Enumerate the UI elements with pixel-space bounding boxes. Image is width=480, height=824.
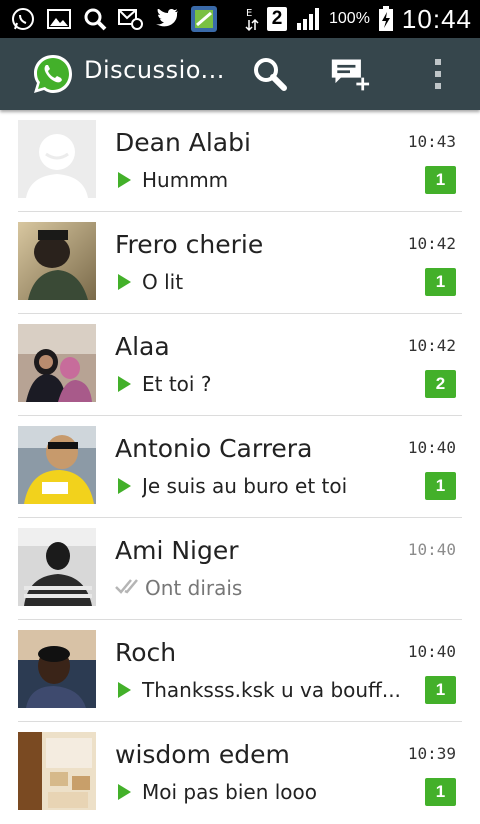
chat-time: 10:42	[407, 234, 456, 253]
message-text: Je suis au buro et toi	[142, 474, 348, 498]
chat-time: 10:40	[407, 540, 456, 559]
clock: 10:44	[401, 3, 472, 34]
play-icon	[118, 682, 131, 698]
chat-name: Roch	[115, 638, 177, 667]
chat-name: wisdom edem	[115, 740, 290, 769]
chat-last-message: Je suis au buro et toi	[115, 474, 347, 498]
chat-last-message: Thanksss.ksk u va bouff...	[115, 678, 401, 702]
chat-time: 10:40	[407, 642, 456, 661]
unread-badge: 1	[425, 778, 456, 806]
chat-row[interactable]: wisdom edem 10:39 Moi pas bien looo 1	[0, 722, 480, 824]
chat-time: 10:42	[407, 336, 456, 355]
new-chat-button[interactable]	[330, 54, 370, 94]
avatar[interactable]	[18, 426, 96, 504]
overflow-menu-button[interactable]	[418, 54, 458, 94]
double-check-icon	[115, 576, 143, 600]
battery-percent: 100%	[329, 10, 370, 27]
chat-row[interactable]: Roch 10:40 Thanksss.ksk u va bouff... 1	[0, 620, 480, 722]
message-text: Ont dirais	[145, 576, 243, 600]
play-icon	[118, 376, 131, 392]
chat-last-message: Moi pas bien looo	[115, 780, 317, 804]
message-text: O lit	[142, 270, 184, 294]
search-button[interactable]	[250, 54, 290, 94]
unread-badge: 1	[425, 166, 456, 194]
chat-row[interactable]: Antonio Carrera 10:40 Je suis au buro et…	[0, 416, 480, 518]
whatsapp-logo-icon[interactable]	[31, 52, 75, 96]
chat-time: 10:39	[407, 744, 456, 763]
chat-name: Ami Niger	[115, 536, 239, 565]
chat-name: Frero cherie	[115, 230, 264, 259]
page-title: Discussio...	[84, 56, 225, 84]
action-bar: Discussio...	[0, 38, 480, 110]
chat-last-message: O lit	[115, 270, 183, 294]
chat-row[interactable]: Dean Alabi 10:43 Hummm 1	[0, 110, 480, 212]
avatar[interactable]	[18, 732, 96, 810]
new-chat-icon	[331, 59, 370, 91]
chat-row[interactable]: Alaa 10:42 Et toi ? 2	[0, 314, 480, 416]
gallery-icon	[46, 6, 72, 32]
message-text: Moi pas bien looo	[142, 780, 317, 804]
avatar[interactable]	[18, 222, 96, 300]
chat-last-message: Et toi ?	[115, 372, 211, 396]
chat-name: Antonio Carrera	[115, 434, 313, 463]
avatar-default-icon[interactable]	[18, 120, 96, 198]
play-icon	[118, 478, 131, 494]
search-icon	[82, 6, 108, 32]
data-transfer-icon: E	[245, 6, 259, 32]
twitter-icon	[154, 6, 180, 32]
chat-name: Alaa	[115, 332, 170, 361]
chat-list: Dean Alabi 10:43 Hummm 1 Frero cherie 10…	[0, 110, 480, 824]
unread-badge: 2	[425, 370, 456, 398]
signal-icon	[295, 6, 321, 32]
chat-row[interactable]: Frero cherie 10:42 O lit 1	[0, 212, 480, 314]
message-text: Et toi ?	[142, 372, 212, 396]
sim-2-icon: 2	[267, 7, 287, 31]
overflow-menu-icon	[435, 59, 441, 89]
whatsapp-icon	[10, 6, 36, 32]
status-bar: E 2 100% 10:44	[0, 0, 480, 38]
unread-badge: 1	[425, 472, 456, 500]
play-icon	[118, 784, 131, 800]
message-text: Thanksss.ksk u va bouff...	[142, 678, 401, 702]
chat-last-message: Ont dirais	[115, 576, 242, 600]
battery-charging-icon	[378, 6, 394, 32]
app-icon	[190, 5, 218, 33]
unread-badge: 1	[425, 676, 456, 704]
avatar[interactable]	[18, 528, 96, 606]
voicemail-icon	[118, 6, 144, 32]
play-icon	[118, 274, 131, 290]
message-text: Hummm	[142, 168, 229, 192]
chat-time: 10:40	[407, 438, 456, 457]
unread-badge: 1	[425, 268, 456, 296]
chat-row[interactable]: Ami Niger 10:40 Ont dirais	[0, 518, 480, 620]
search-icon	[254, 58, 287, 91]
chat-name: Dean Alabi	[115, 128, 251, 157]
svg-text:E: E	[246, 8, 252, 19]
play-icon	[118, 172, 131, 188]
chat-time: 10:43	[407, 132, 456, 151]
avatar[interactable]	[18, 324, 96, 402]
avatar[interactable]	[18, 630, 96, 708]
chat-last-message: Hummm	[115, 168, 228, 192]
